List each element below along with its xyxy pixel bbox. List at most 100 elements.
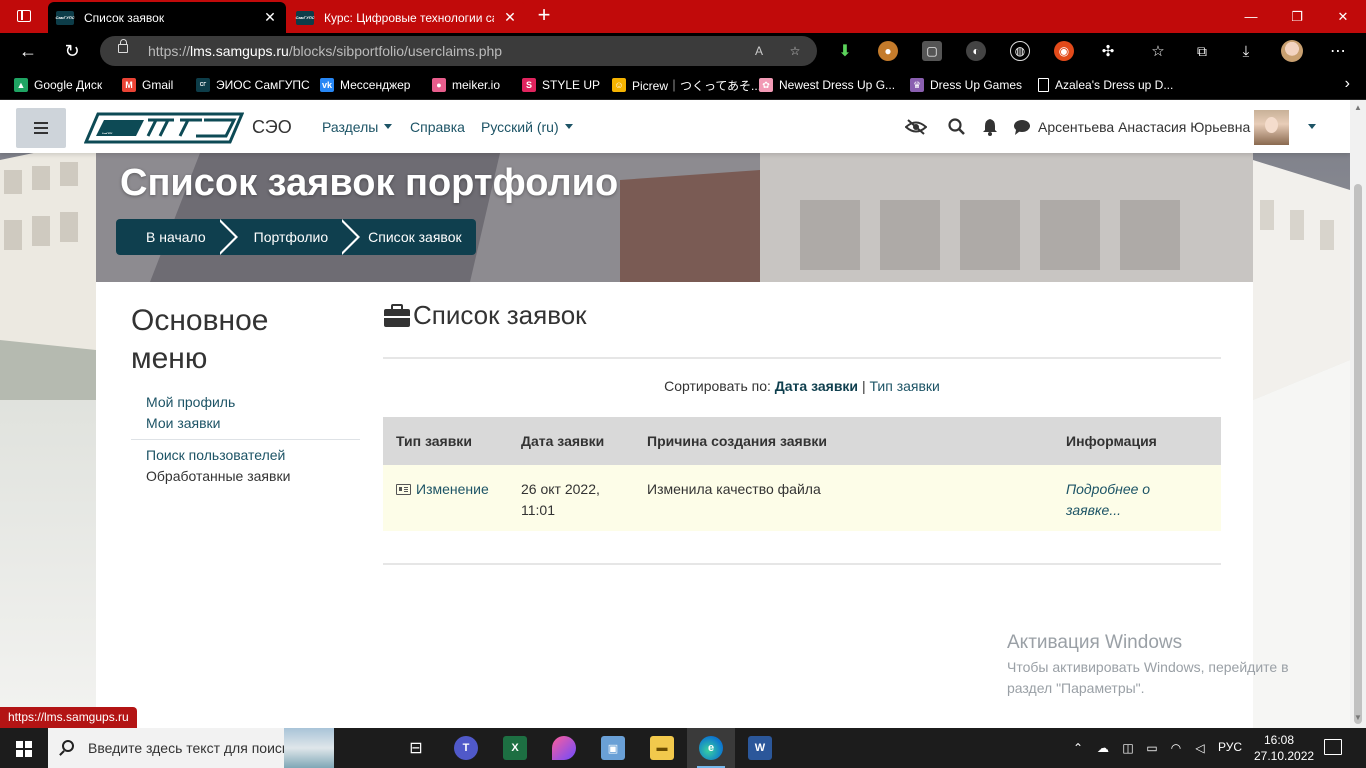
bookmark-item[interactable]: ▲ Google Диск	[14, 76, 102, 94]
onedrive-icon[interactable]: ☁	[1095, 741, 1111, 755]
activation-text: Чтобы активировать Windows, перейдите в …	[1007, 659, 1289, 696]
collections-icon[interactable]: ⧉	[1192, 41, 1212, 61]
profile-avatar[interactable]	[1281, 40, 1303, 62]
address-bar[interactable]: https://lms.samgups.ru/blocks/sibportfol…	[100, 36, 817, 66]
chevron-up-icon[interactable]: ⌃	[1070, 741, 1086, 755]
bear-extension-icon[interactable]: ●	[878, 41, 898, 61]
menu-link-my-claims[interactable]: Мои заявки	[146, 415, 220, 431]
minimize-button[interactable]: —	[1228, 0, 1274, 33]
photos-icon[interactable]: ▣	[601, 736, 625, 760]
system-clock[interactable]: 16:08 27.10.2022	[1254, 732, 1314, 764]
browser-toolbar: ← ↻ https://lms.samgups.ru/blocks/sibpor…	[0, 33, 1366, 69]
bookmark-item[interactable]: M Gmail	[122, 76, 173, 94]
breadcrumb-portfolio[interactable]: Портфолио	[219, 219, 361, 255]
menu-link-user-search[interactable]: Поиск пользователей	[146, 447, 285, 463]
search-icon[interactable]	[947, 117, 967, 137]
content-title-text: Список заявок	[413, 300, 587, 330]
scroll-up-arrow-icon[interactable]: ▲	[1354, 104, 1362, 112]
start-button[interactable]	[0, 728, 48, 768]
page-scrollbar[interactable]: ▲ ▼	[1350, 100, 1366, 728]
scrollbar-thumb[interactable]	[1354, 184, 1362, 724]
sections-menu[interactable]: Разделы	[322, 119, 393, 135]
breadcrumb-current[interactable]: Список заявок	[342, 219, 476, 255]
bookmark-item[interactable]: СГ ЭИОС СамГУПС	[196, 76, 310, 94]
chevron-right-icon[interactable]: ›	[1345, 75, 1350, 93]
logo-text: СамГУПС	[102, 133, 113, 135]
site-brand[interactable]: СЭО	[252, 117, 292, 138]
search-icon	[62, 740, 74, 752]
task-view-icon[interactable]: ⊟	[404, 736, 428, 760]
briefcase-icon	[384, 303, 410, 327]
claim-details-link[interactable]: Подробнее о заявке...	[1066, 481, 1150, 518]
user-avatar[interactable]	[1254, 110, 1289, 145]
bookmark-item[interactable]: ✿ Newest Dress Up G...	[759, 76, 895, 94]
chat-bubble-icon[interactable]	[1012, 117, 1032, 137]
column-header-date: Дата заявки	[508, 417, 634, 465]
download-extension-icon[interactable]: ⬇	[835, 41, 855, 61]
sort-by-type-link[interactable]: Тип заявки	[869, 378, 939, 394]
globe-extension-icon[interactable]: ◍	[1010, 41, 1030, 61]
paint-icon[interactable]	[552, 736, 576, 760]
teams-icon[interactable]: T	[454, 736, 478, 760]
notification-center-icon[interactable]	[1324, 739, 1342, 755]
url-prefix: https://	[148, 43, 191, 59]
downloads-icon[interactable]: ⤓	[1236, 41, 1256, 61]
windows-logo-icon	[25, 741, 32, 748]
close-window-button[interactable]: ✕	[1320, 0, 1366, 33]
excel-icon[interactable]: X	[503, 736, 527, 760]
word-icon[interactable]: W	[748, 736, 772, 760]
menu-link-my-profile[interactable]: Мой профиль	[146, 394, 235, 410]
drawer-toggle-button[interactable]	[16, 108, 66, 148]
refresh-button[interactable]: ↻	[58, 37, 86, 65]
accessibility-eye-icon[interactable]	[905, 117, 927, 137]
favorite-star-icon[interactable]: ☆	[786, 42, 804, 60]
copy-extension-icon[interactable]: ▢	[922, 41, 942, 61]
help-link[interactable]: Справка	[410, 119, 465, 135]
taskbar-search[interactable]: Введите здесь текст для поиска	[48, 728, 334, 768]
battery-icon[interactable]: ▭	[1144, 741, 1160, 755]
favorites-icon[interactable]: ☆	[1148, 41, 1168, 61]
bookmark-item[interactable]: ● meiker.io	[432, 76, 500, 94]
windows-logo-icon	[25, 750, 32, 757]
workspaces-button[interactable]	[10, 5, 38, 27]
bookmark-item[interactable]: ☺ Picrew｜つくってあそ...	[612, 76, 761, 94]
bookmark-item[interactable]: ♛ Dress Up Games	[910, 76, 1022, 94]
claim-type-link[interactable]: Изменение	[416, 481, 489, 497]
file-explorer-icon[interactable]: ▬	[650, 736, 674, 760]
red-extension-icon[interactable]: ◉	[1054, 41, 1074, 61]
wifi-icon[interactable]: ◠	[1168, 741, 1184, 755]
input-language[interactable]: РУС	[1218, 740, 1242, 754]
extensions-puzzle-icon[interactable]: ✣	[1098, 41, 1118, 61]
maximize-button[interactable]: ❐	[1274, 0, 1320, 33]
sort-by-date-link[interactable]: Дата заявки	[775, 378, 858, 394]
tab-close-icon[interactable]: ✕	[262, 9, 278, 26]
address-text[interactable]: https://lms.samgups.ru/blocks/sibportfol…	[148, 43, 502, 59]
lock-icon	[118, 39, 128, 53]
bookmark-label: Azalea's Dress up D...	[1055, 78, 1174, 92]
ball-extension-icon[interactable]: ◐	[966, 41, 986, 61]
breadcrumb-home[interactable]: В начало	[116, 219, 238, 255]
bookmark-label: meiker.io	[452, 78, 501, 92]
bell-icon[interactable]	[980, 117, 1000, 137]
volume-icon[interactable]: ◁	[1192, 741, 1208, 755]
edge-icon[interactable]: e	[699, 736, 723, 760]
clock-time: 16:08	[1263, 733, 1295, 747]
samgups-logo[interactable]: СамГУПС	[84, 110, 244, 146]
language-menu[interactable]: Русский (ru)	[481, 119, 573, 135]
camera-icon[interactable]: ◫	[1120, 741, 1136, 755]
read-aloud-icon[interactable]: A	[750, 42, 768, 60]
chevron-down-icon	[564, 124, 573, 129]
more-menu-icon[interactable]: ⋯	[1328, 41, 1348, 61]
bookmark-item[interactable]: Azalea's Dress up D...	[1038, 76, 1173, 94]
tab-active[interactable]: СамГУПС Список заявок ✕	[48, 2, 286, 33]
tab-inactive[interactable]: СамГУПС Курс: Цифровые технологии са ✕	[288, 2, 526, 33]
menu-link-processed-claims[interactable]: Обработанные заявки	[146, 468, 290, 484]
back-button[interactable]: ←	[14, 37, 42, 65]
tab-close-icon[interactable]: ✕	[502, 9, 518, 26]
scroll-down-arrow-icon[interactable]: ▼	[1354, 714, 1362, 722]
new-tab-button[interactable]: +	[532, 4, 556, 28]
bookmark-item[interactable]: S STYLE UP	[522, 76, 600, 94]
bookmark-item[interactable]: vk Мессенджер	[320, 76, 410, 94]
chevron-down-icon[interactable]	[1308, 124, 1316, 129]
user-name[interactable]: Арсентьева Анастасия Юрьевна	[1038, 119, 1250, 135]
